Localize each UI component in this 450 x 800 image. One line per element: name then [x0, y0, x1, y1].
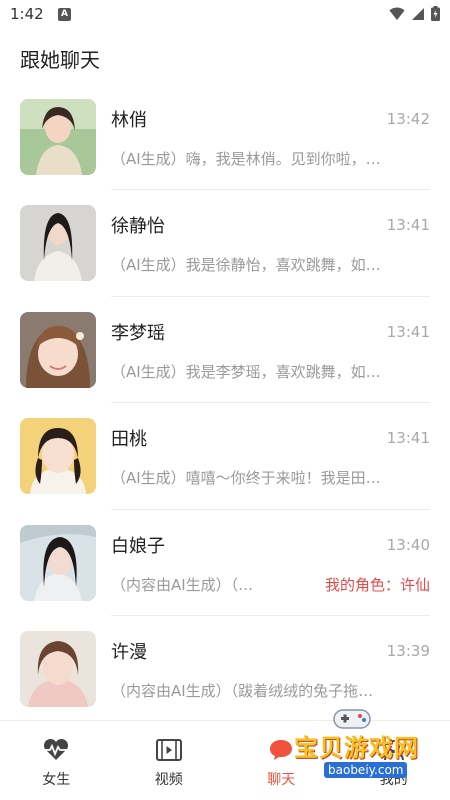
tab-me[interactable]: 我的 — [338, 721, 450, 800]
chat-row-xujingyi[interactable]: 徐静怡 13:41 （AI生成）我是徐静怡，喜欢跳舞，如… — [0, 190, 450, 297]
chat-name: 许漫 — [111, 641, 147, 663]
tab-label: 聊天 — [267, 772, 296, 788]
chat-preview: （AI生成）嗨，我是林俏。见到你啦，… — [111, 150, 381, 168]
chat-preview: （AI生成）我是李梦瑶，喜欢跳舞，如… — [111, 362, 381, 381]
tab-label: 视频 — [154, 772, 183, 788]
avatar[interactable] — [20, 418, 96, 495]
status-bar: 1:42 A — [0, 0, 450, 30]
chat-row-limengyao[interactable]: 李梦瑶 13:41 （AI生成）我是李梦瑶，喜欢跳舞，如… — [0, 297, 450, 404]
chat-list: 林俏 13:42 （AI生成）嗨，我是林俏。见到你啦，… 徐静怡 13:41 （… — [0, 84, 450, 722]
user-icon — [382, 737, 406, 763]
bottom-tab-bar: 女生 视频 聊天 我的 — [0, 720, 450, 800]
tab-chat[interactable]: 聊天 — [225, 721, 338, 800]
chat-time: 13:39 — [386, 641, 430, 660]
chat-preview: （AI生成）嘻嘻～你终于来啦！我是田… — [111, 469, 381, 488]
chat-name: 林俏 — [111, 110, 147, 131]
chat-row-xuman[interactable]: 许漫 13:39 （内容由AI生成）（跋着绒绒的兔子拖… — [0, 616, 450, 722]
battery-icon — [431, 6, 440, 21]
chat-time: 13:42 — [386, 110, 430, 128]
chat-time: 13:41 — [386, 216, 430, 235]
chat-row-bainiangzi[interactable]: 白娘子 13:40 （内容由AI生成）（… 我的角色：许仙 — [0, 510, 450, 616]
chat-bubble-icon — [268, 737, 294, 763]
chat-row-linqiao[interactable]: 林俏 13:42 （AI生成）嗨，我是林俏。见到你啦，… — [0, 84, 450, 191]
avatar[interactable] — [20, 524, 96, 601]
tab-label: 我的 — [379, 772, 408, 788]
chat-name: 白娘子 — [111, 535, 165, 557]
chat-name: 田桃 — [111, 429, 147, 451]
tab-video[interactable]: 视频 — [113, 721, 226, 800]
notification-icon: A — [58, 8, 71, 21]
chat-preview: （内容由AI生成）（跋着绒绒的兔子拖… — [111, 681, 374, 700]
tab-label: 女生 — [42, 772, 71, 788]
chat-time: 13:41 — [386, 429, 430, 448]
chat-preview: （内容由AI生成）（… — [111, 575, 254, 594]
chat-time: 13:41 — [386, 322, 430, 341]
chat-time: 13:40 — [386, 535, 430, 554]
chat-preview: （AI生成）我是徐静怡，喜欢跳舞，如… — [111, 256, 381, 275]
wifi-icon — [389, 7, 405, 20]
signal-icon — [412, 7, 424, 20]
tab-girls[interactable]: 女生 — [0, 721, 113, 800]
status-indicators — [389, 6, 440, 21]
avatar[interactable] — [20, 99, 96, 175]
chat-role-tag: 我的角色：许仙 — [324, 575, 430, 594]
chat-row-tiantao[interactable]: 田桃 13:41 （AI生成）嘻嘻～你终于来啦！我是田… — [0, 403, 450, 510]
status-time: 1:42 — [10, 5, 44, 23]
chat-name: 李梦瑶 — [111, 322, 165, 344]
chat-name: 徐静怡 — [111, 216, 165, 238]
page-title: 跟她聊天 — [20, 48, 100, 72]
heartbeat-icon — [42, 737, 70, 763]
avatar[interactable] — [20, 630, 96, 707]
avatar[interactable] — [20, 311, 96, 388]
film-icon — [155, 737, 182, 763]
avatar[interactable] — [20, 205, 96, 282]
